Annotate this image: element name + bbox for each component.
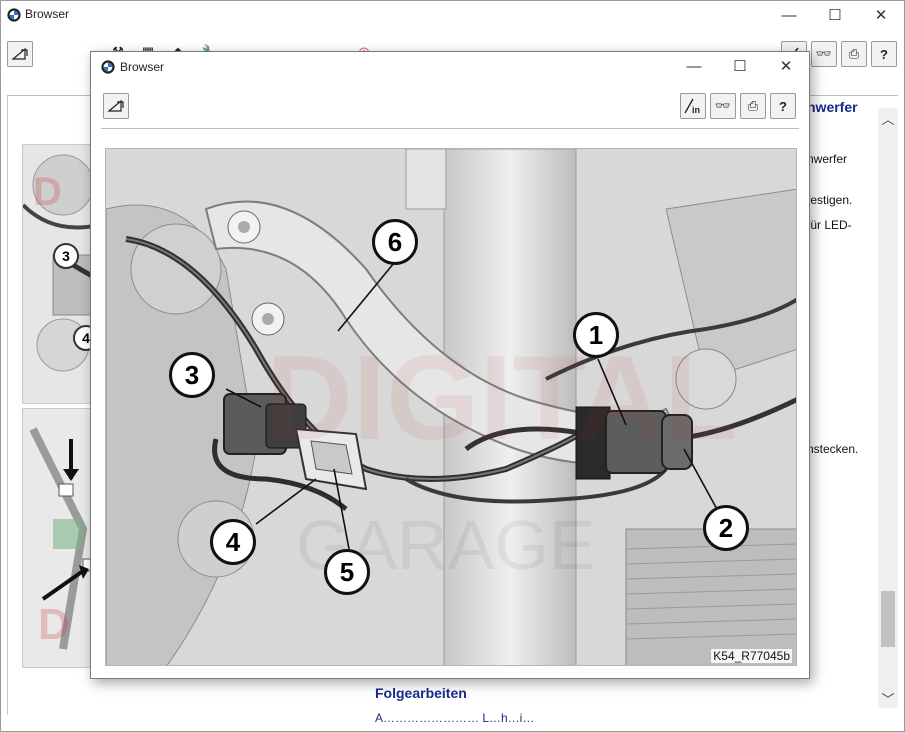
close-button[interactable]: ✕: [858, 1, 904, 29]
popup-browser-window: Browser — ☐ ✕ in 👓 ⎙ ? DIGITAL GARAGE 1 …: [90, 51, 810, 679]
text-line-1: nwerfer: [807, 152, 848, 166]
popup-help-button[interactable]: ?: [770, 93, 796, 119]
binoculars-icon: 👓: [815, 46, 833, 61]
popup-print-button[interactable]: ⎙: [740, 93, 766, 119]
engine-thumbnail-2: D: [23, 409, 97, 667]
popup-info-button[interactable]: in: [680, 93, 706, 119]
minimize-button[interactable]: —: [766, 1, 812, 29]
scroll-thumb[interactable]: [881, 591, 895, 647]
printer-icon: ⎙: [848, 46, 860, 61]
zoom-triangle-icon: [11, 47, 28, 60]
popup-minimize-button[interactable]: —: [671, 52, 717, 80]
search-binoculars-button[interactable]: 👓: [811, 41, 837, 67]
technical-illustration[interactable]: DIGITAL GARAGE 1 2 3 4 5 6 K54_R77045b: [105, 148, 797, 666]
pen-info-icon: in: [684, 98, 700, 115]
svg-text:in: in: [692, 105, 700, 115]
engine-thumbnail-1: D: [23, 145, 97, 403]
svg-text:D: D: [38, 600, 70, 649]
vertical-scrollbar[interactable]: ︿ ﹀: [878, 108, 898, 708]
figure-reference-label: K54_R77045b: [711, 649, 792, 663]
callout-6: 6: [372, 219, 418, 265]
help-icon: ?: [779, 98, 787, 114]
text-line-3: für LED-: [807, 218, 852, 232]
popup-titlebar[interactable]: Browser — ☐ ✕: [91, 52, 809, 82]
help-button[interactable]: ?: [871, 41, 897, 67]
printer-icon: ⎙: [747, 98, 759, 113]
popup-zoom-button[interactable]: [103, 93, 129, 119]
maximize-button[interactable]: ☐: [812, 1, 858, 29]
svg-text:DIGITAL: DIGITAL: [266, 331, 737, 465]
scroll-down-icon[interactable]: ﹀: [878, 688, 898, 708]
zoom-triangle-icon: [107, 99, 124, 112]
follow-up-link[interactable]: A…………………… L…h…i…: [375, 711, 534, 725]
scroll-up-icon[interactable]: ︿: [878, 108, 898, 128]
popup-toolbar-divider: [101, 128, 799, 129]
bmw-logo-icon: [101, 60, 115, 74]
background-window-title: Browser: [25, 7, 70, 21]
callout-4: 4: [210, 519, 256, 565]
text-line-4: nstecken.: [807, 442, 859, 456]
popup-close-button[interactable]: ✕: [763, 52, 809, 80]
background-titlebar[interactable]: Browser — ☐ ✕: [1, 1, 904, 29]
popup-window-title: Browser: [120, 60, 165, 74]
thumbnail-image-2[interactable]: D: [22, 408, 98, 668]
bmw-logo-icon: [7, 8, 21, 22]
callout-3: 3: [169, 352, 215, 398]
print-button[interactable]: ⎙: [841, 41, 867, 67]
thumbnail-callout-3: 3: [53, 243, 79, 269]
binoculars-icon: 👓: [714, 98, 732, 113]
callout-5: 5: [324, 549, 370, 595]
callout-1: 1: [573, 312, 619, 358]
text-line-2: festigen.: [807, 193, 853, 207]
svg-text:D: D: [33, 170, 62, 214]
thumbnail-image-1[interactable]: D 3 4: [22, 144, 98, 404]
follow-up-heading: Folgearbeiten: [375, 685, 467, 701]
popup-search-button[interactable]: 👓: [710, 93, 736, 119]
zoom-image-button[interactable]: [7, 41, 33, 67]
popup-maximize-button[interactable]: ☐: [717, 52, 763, 80]
help-icon: ?: [880, 46, 888, 62]
section-heading: nwerfer: [807, 99, 858, 115]
callout-2: 2: [703, 505, 749, 551]
engine-wiring-drawing: DIGITAL GARAGE: [106, 149, 796, 665]
